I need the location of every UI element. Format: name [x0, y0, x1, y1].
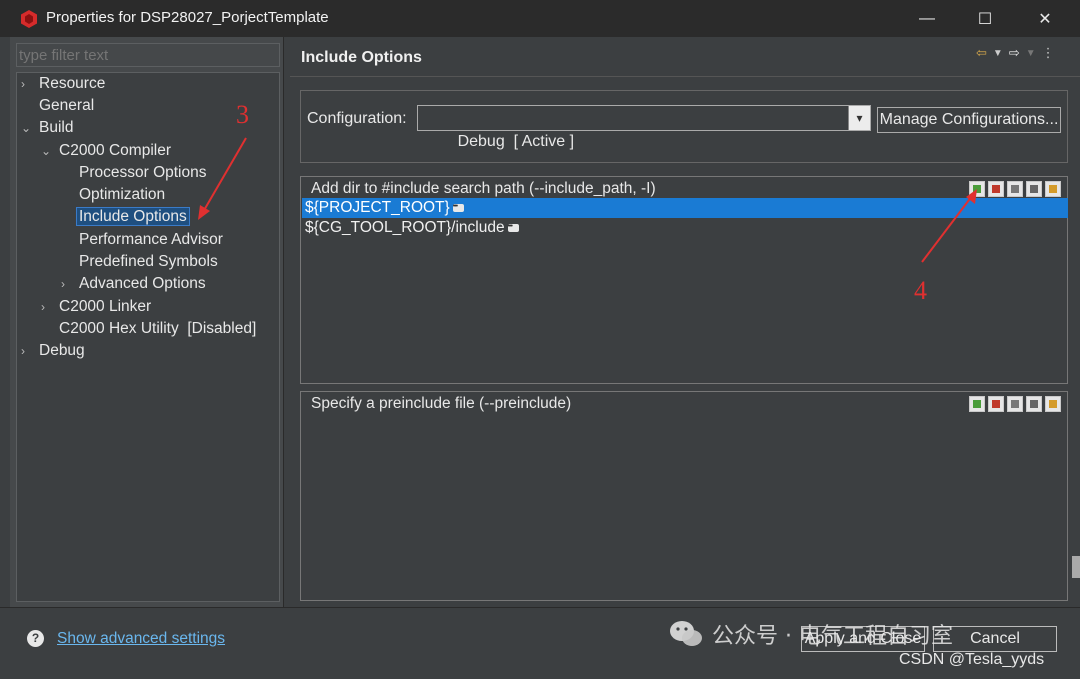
tree-label: Performance Advisor	[79, 231, 223, 248]
title-bar: Properties for DSP28027_PorjectTemplate …	[0, 0, 1080, 37]
configuration-group: Configuration: Debug [ Active ] ▾ Manage…	[300, 90, 1068, 163]
expand-arrow-icon[interactable]: ›	[21, 340, 33, 362]
tree-label: Resource	[39, 75, 106, 92]
tree-item-include-options[interactable]: Include Options	[61, 206, 190, 228]
nav-toolbar: ⇦ ▼ ⇨ ▼ ⋮	[976, 45, 1055, 61]
filter-input[interactable]	[16, 43, 280, 67]
minimize-button[interactable]: —	[898, 0, 956, 37]
include-path-toolbar	[969, 181, 1061, 197]
preinclude-group: Specify a preinclude file (--preinclude)	[300, 391, 1068, 601]
back-dropdown-icon[interactable]: ▼	[993, 48, 1003, 59]
tree-label: C2000 Compiler	[59, 142, 171, 159]
back-arrow-icon[interactable]: ⇦	[976, 45, 987, 61]
forward-arrow-icon[interactable]: ⇨	[1009, 45, 1020, 61]
configuration-label: Configuration:	[307, 110, 407, 127]
expand-arrow-icon[interactable]: ›	[61, 273, 73, 295]
include-path-title: Add dir to #include search path (--inclu…	[311, 180, 656, 197]
ccs-app-icon	[21, 10, 37, 28]
path-text: ${PROJECT_ROOT}	[305, 199, 450, 216]
configuration-value: Debug [ Active ]	[457, 133, 575, 150]
tree-item-debug[interactable]: › Debug	[21, 340, 85, 362]
edit-icon[interactable]	[1007, 396, 1023, 412]
tree-label: Optimization	[79, 186, 166, 203]
tree-label: Predefined Symbols	[79, 253, 218, 270]
add-icon[interactable]	[969, 396, 985, 412]
path-text: ${CG_TOOL_ROOT}/include	[305, 219, 505, 236]
tree-label: Processor Options	[79, 164, 207, 181]
tree-item-c2000-compiler[interactable]: ⌄ C2000 Compiler	[41, 140, 171, 162]
list-item[interactable]: ${CG_TOOL_ROOT}/include	[302, 217, 1068, 238]
tree-label: C2000 Linker	[59, 298, 152, 315]
manage-configurations-button[interactable]: Manage Configurations...	[877, 107, 1061, 133]
help-icon[interactable]: ?	[27, 630, 44, 647]
preinclude-toolbar	[969, 396, 1061, 412]
move-down-icon[interactable]	[1045, 181, 1061, 197]
right-pane: Include Options ⇦ ▼ ⇨ ▼ ⋮ Configuration:…	[290, 37, 1080, 607]
close-button[interactable]: ✕	[1016, 0, 1074, 37]
delete-icon[interactable]	[988, 181, 1004, 197]
annotation-step-4: 4	[914, 276, 927, 305]
tree-item-performance-advisor[interactable]: Performance Advisor	[61, 229, 223, 251]
move-up-icon[interactable]	[1026, 396, 1042, 412]
tree-label: General	[39, 97, 95, 114]
settings-tree: › Resource General ⌄ Build ⌄ C2000 Compi…	[16, 72, 280, 602]
edit-icon[interactable]	[1007, 181, 1023, 197]
tree-item-advanced-options[interactable]: › Advanced Options	[61, 273, 206, 295]
tree-item-processor-options[interactable]: Processor Options	[61, 162, 207, 184]
list-item[interactable]: ${PROJECT_ROOT}	[302, 197, 1068, 218]
expand-arrow-icon[interactable]: ›	[21, 73, 33, 95]
collapse-arrow-icon[interactable]: ⌄	[41, 140, 53, 162]
maximize-button[interactable]: ☐	[956, 0, 1014, 37]
tree-item-c2000-hex-utility[interactable]: C2000 Hex Utility [Disabled]	[41, 318, 256, 340]
tree-label: Advanced Options	[79, 275, 206, 292]
scrollbar-thumb[interactable]	[1072, 556, 1080, 578]
tree-label: Debug	[39, 342, 85, 359]
expand-arrow-icon[interactable]: ›	[41, 296, 53, 318]
collapse-arrow-icon[interactable]: ⌄	[21, 117, 33, 139]
wechat-logo-icon	[670, 621, 702, 646]
tree-item-build[interactable]: ⌄ Build	[21, 117, 73, 139]
properties-window: Properties for DSP28027_PorjectTemplate …	[0, 0, 1080, 679]
configuration-select[interactable]: Debug [ Active ] ▾	[417, 105, 871, 150]
show-advanced-settings-link[interactable]: Show advanced settings	[57, 630, 225, 648]
tree-label: Build	[39, 119, 74, 136]
tree-item-general[interactable]: General	[21, 95, 94, 117]
add-icon[interactable]	[969, 181, 985, 197]
move-down-icon[interactable]	[1045, 396, 1061, 412]
annotation-step-3: 3	[236, 100, 249, 129]
chevron-down-icon[interactable]: ▾	[848, 106, 870, 130]
tree-item-c2000-linker[interactable]: › C2000 Linker	[41, 296, 151, 318]
delete-icon[interactable]	[988, 396, 1004, 412]
window-title: Properties for DSP28027_PorjectTemplate	[46, 9, 329, 26]
preinclude-title: Specify a preinclude file (--preinclude)	[311, 395, 572, 412]
browse-ellipsis-icon[interactable]	[507, 217, 519, 237]
page-header: Include Options ⇦ ▼ ⇨ ▼ ⋮	[290, 37, 1080, 77]
page-title: Include Options	[301, 49, 422, 66]
include-path-group: Add dir to #include search path (--inclu…	[300, 176, 1068, 384]
watermark-text: 公众号 · 电气工程自习室	[712, 624, 953, 649]
tree-label: C2000 Hex Utility [Disabled]	[59, 320, 257, 337]
forward-dropdown-icon[interactable]: ▼	[1026, 48, 1036, 59]
browse-ellipsis-icon[interactable]	[452, 197, 464, 217]
csdn-credit: CSDN @Tesla_yyds	[899, 651, 1045, 668]
tree-item-optimization[interactable]: Optimization	[61, 184, 165, 206]
more-menu-icon[interactable]: ⋮	[1042, 45, 1055, 61]
tree-item-predefined-symbols[interactable]: Predefined Symbols	[61, 251, 218, 273]
move-up-icon[interactable]	[1026, 181, 1042, 197]
watermark: 公众号 · 电气工程自习室	[668, 618, 953, 650]
tree-label: Include Options	[76, 207, 190, 226]
tree-item-resource[interactable]: › Resource	[21, 73, 105, 95]
